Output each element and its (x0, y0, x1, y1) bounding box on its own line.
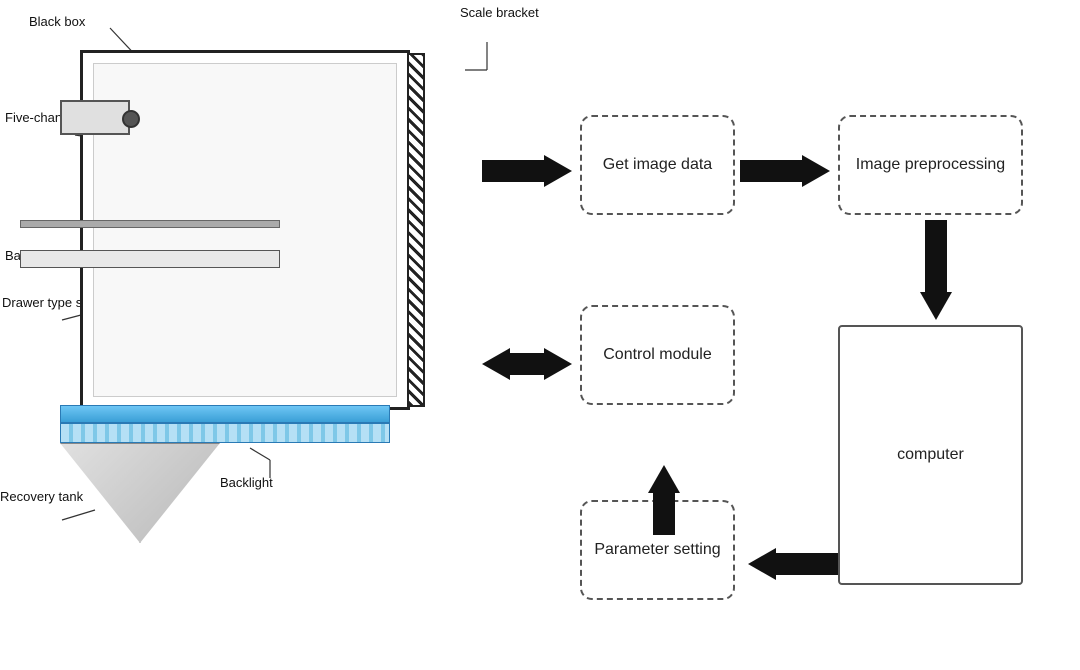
control-module-box: Control module (580, 305, 735, 405)
scale-bracket-visual (407, 53, 425, 407)
arrow-getimage-to-preprocess (740, 155, 830, 187)
black-box-label: Black box (29, 14, 85, 29)
arrow-param-to-control (648, 465, 680, 535)
get-image-data-box: Get image data (580, 115, 735, 215)
computer-box: computer (838, 325, 1023, 585)
arrow-computer-to-param (748, 548, 838, 580)
recovery-tank-label: Recovery tank (0, 489, 83, 504)
camera-lens (122, 110, 140, 128)
recovery-tank-visual (60, 443, 220, 543)
backlight-label: Backlight (220, 475, 273, 490)
drawer-stage-visual (20, 250, 280, 268)
black-box-inner (93, 63, 397, 397)
arrow-preprocess-to-computer (920, 220, 952, 320)
backlight-blue (60, 405, 390, 423)
arrow-device-to-getimage (482, 155, 572, 187)
camera-housing (60, 100, 130, 135)
diagram-container: Black box Scale bracket Five-channel cam… (0, 0, 1080, 670)
arrow-device-to-control (482, 348, 572, 380)
bar-light-visual (20, 220, 280, 228)
scale-bracket-label: Scale bracket (460, 5, 539, 20)
image-preprocessing-box: Image preprocessing (838, 115, 1023, 215)
backlight-grid (60, 423, 390, 443)
